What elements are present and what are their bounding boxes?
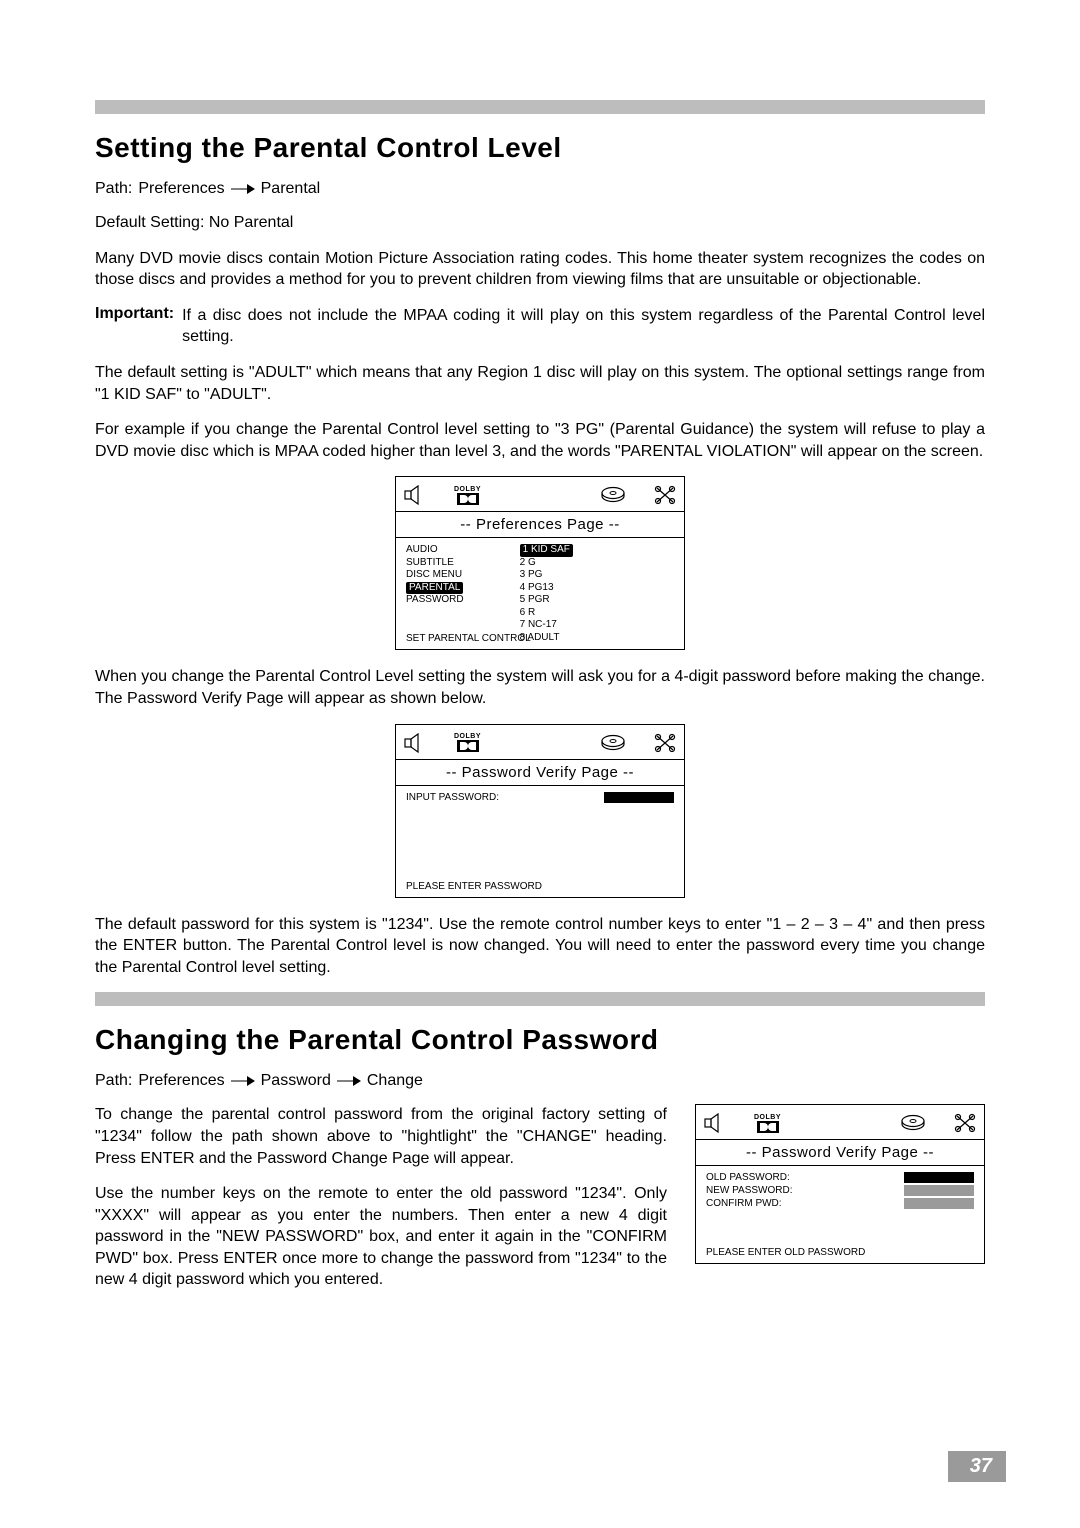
list-item: 1 KID SAF: [520, 544, 573, 557]
password-entry-box: [904, 1185, 974, 1196]
paragraph: When you change the Parental Control Lev…: [95, 666, 985, 709]
osd-title: -- Password Verify Page --: [696, 1140, 984, 1166]
page-content: Setting the Parental Control Level Path:…: [0, 0, 1080, 1305]
speaker-icon: [404, 733, 426, 753]
list-item: PASSWORD: [406, 594, 464, 607]
confirm-password-label: CONFIRM PWD:: [706, 1198, 782, 1209]
list-item: 3 PG: [520, 569, 573, 582]
two-column-layout: To change the parental control password …: [95, 1104, 985, 1305]
important-text: If a disc does not include the MPAA codi…: [182, 305, 985, 348]
path-part: Password: [261, 1072, 331, 1090]
paragraph: To change the parental control password …: [95, 1104, 667, 1169]
list-item: SUBTITLE: [406, 557, 464, 570]
list-item: 8 ADULT: [520, 632, 573, 645]
osd-right-list: 1 KID SAF 2 G 3 PG 4 PG13 5 PGR 6 R 7 NC…: [520, 544, 573, 644]
password-entry-box: [904, 1198, 974, 1209]
osd-title: -- Preferences Page --: [396, 512, 684, 538]
section-divider: [95, 100, 985, 114]
password-entry-box: [904, 1172, 974, 1183]
disc-icon: [600, 485, 626, 505]
default-setting: Default Setting: No Parental: [95, 212, 985, 234]
osd-password-change: DOLBY -- Password Verify Page -- OLD PAS…: [695, 1104, 985, 1264]
old-password-label: OLD PASSWORD:: [706, 1172, 790, 1183]
path-line: Path: Preferences Parental: [95, 180, 985, 198]
arrow-icon: [231, 1076, 255, 1086]
path-label: Path:: [95, 180, 132, 198]
osd-preferences: DOLBY -- Preferences Page -- AUDIO SUBTI…: [395, 476, 685, 650]
list-item: AUDIO: [406, 544, 464, 557]
osd-footer: PLEASE ENTER PASSWORD: [396, 878, 684, 897]
osd-left-list: AUDIO SUBTITLE DISC MENU PARENTAL PASSWO…: [406, 544, 464, 644]
password-entry-box: [604, 792, 674, 803]
osd-title: -- Password Verify Page --: [396, 760, 684, 786]
path-line: Path: Preferences Password Change: [95, 1072, 985, 1090]
list-item: 4 PG13: [520, 582, 573, 595]
list-item: 5 PGR: [520, 594, 573, 607]
paragraph: The default password for this system is …: [95, 914, 985, 979]
list-item: DISC MENU: [406, 569, 464, 582]
disc-icon: [900, 1113, 926, 1133]
important-note: Important: If a disc does not include th…: [95, 305, 985, 348]
section-divider: [95, 992, 985, 1006]
list-item: 6 R: [520, 607, 573, 620]
speaker-icon: [704, 1113, 726, 1133]
tools-icon: [954, 1113, 976, 1133]
list-item: 7 NC-17: [520, 619, 573, 632]
page-number: 37: [948, 1451, 1006, 1482]
disc-icon: [600, 733, 626, 753]
arrow-icon: [337, 1076, 361, 1086]
path-label: Path:: [95, 1072, 132, 1090]
important-label: Important:: [95, 305, 174, 348]
osd-icon-row: DOLBY: [696, 1105, 984, 1140]
paragraph: The default setting is "ADULT" which mea…: [95, 362, 985, 405]
path-part: Change: [367, 1072, 423, 1090]
osd-password-verify: DOLBY -- Password Verify Page -- INPUT P…: [395, 724, 685, 898]
osd-icon-row: DOLBY: [396, 477, 684, 512]
arrow-icon: [231, 184, 255, 194]
heading-parental-level: Setting the Parental Control Level: [95, 132, 985, 164]
osd-icon-row: DOLBY: [396, 725, 684, 760]
list-item: 2 G: [520, 557, 573, 570]
path-part: Preferences: [138, 180, 224, 198]
dolby-icon: DOLBY: [454, 733, 481, 752]
dolby-icon: DOLBY: [454, 486, 481, 505]
tools-icon: [654, 733, 676, 753]
list-item: PARENTAL: [406, 582, 464, 595]
osd-footer: PLEASE ENTER OLD PASSWORD: [696, 1244, 984, 1263]
heading-change-password: Changing the Parental Control Password: [95, 1024, 985, 1056]
paragraph: Use the number keys on the remote to ent…: [95, 1183, 667, 1291]
speaker-icon: [404, 485, 426, 505]
paragraph: For example if you change the Parental C…: [95, 419, 985, 462]
input-password-label: INPUT PASSWORD:: [406, 792, 499, 803]
path-part: Preferences: [138, 1072, 224, 1090]
osd-body: AUDIO SUBTITLE DISC MENU PARENTAL PASSWO…: [396, 538, 684, 630]
path-part: Parental: [261, 180, 321, 198]
new-password-label: NEW PASSWORD:: [706, 1185, 792, 1196]
osd-body: INPUT PASSWORD:: [396, 786, 684, 878]
paragraph: Many DVD movie discs contain Motion Pict…: [95, 248, 985, 291]
tools-icon: [654, 485, 676, 505]
dolby-icon: DOLBY: [754, 1114, 781, 1133]
osd-body: OLD PASSWORD: NEW PASSWORD: CONFIRM PWD:: [696, 1166, 984, 1244]
